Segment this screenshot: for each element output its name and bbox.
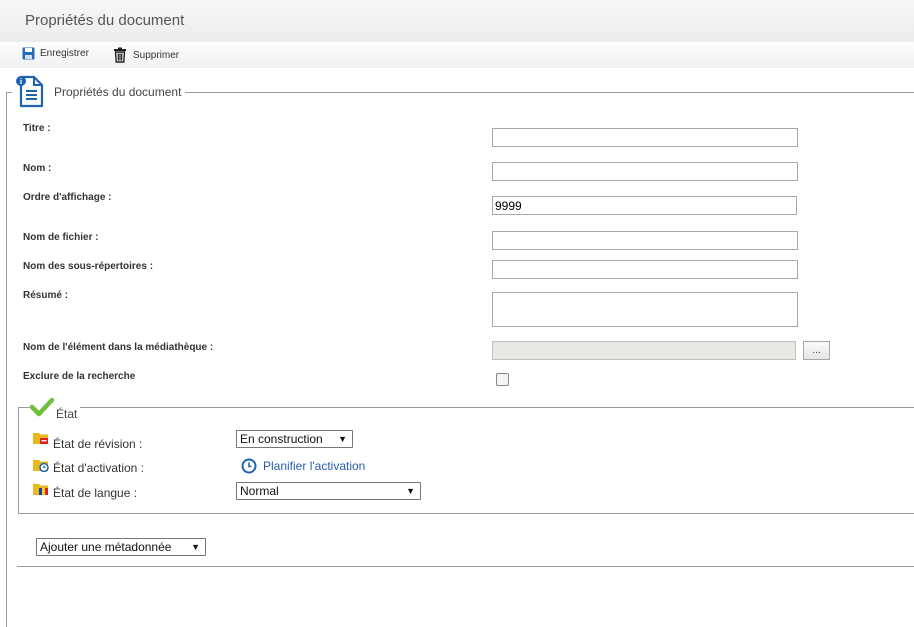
nom-label: Nom : [23,163,52,174]
folder-clock-icon [33,460,49,472]
dropdown-arrow-icon: ▼ [406,486,415,496]
titre-input[interactable] [492,128,798,147]
dropdown-arrow-icon: ▼ [338,434,347,444]
etat-revision-select[interactable]: En construction ▼ [236,430,353,448]
planifier-activation-link[interactable]: Planifier l'activation [241,458,365,474]
etat-langue-label: État de langue : [53,486,138,500]
titre-label: Titre : [23,123,51,134]
folder-flag-icon [33,484,48,495]
document-info-icon: i [16,75,44,108]
trash-icon [114,47,126,63]
delete-label: Supprimer [133,49,180,61]
window-titlebar: Propriétés du document [0,0,914,42]
save-button[interactable]: Enregistrer [22,47,89,60]
ordre-affichage-input[interactable] [492,196,797,215]
browse-button[interactable]: ... [803,341,830,360]
etat-langue-value: Normal [240,484,279,498]
save-icon [22,47,35,60]
etat-fieldset [18,407,914,514]
save-label: Enregistrer [40,48,89,59]
fieldset-legend-text: Propriétés du document [54,85,182,99]
ajouter-metadonnee-select[interactable]: Ajouter une métadonnée ▼ [36,538,206,556]
nom-input[interactable] [492,162,798,181]
nom-fichier-input[interactable] [492,231,798,250]
exclure-recherche-checkbox[interactable] [496,373,509,386]
etat-revision-value: En construction [240,432,323,446]
etat-legend: État [30,397,81,421]
resume-label: Résumé : [23,290,69,301]
toolbar: Enregistrer Supprimer [0,42,914,68]
mediatheque-label: Nom de l'élément dans la médiathèque : [23,342,214,353]
sous-repertoires-label: Nom des sous-répertoires : [23,261,154,272]
fieldset-legend: i Propriétés du document [12,73,186,109]
etat-activation-label: État d'activation : [53,461,145,475]
etat-legend-text: État [56,407,78,421]
planifier-activation-text: Planifier l'activation [263,459,366,473]
folder-revision-icon [33,433,48,444]
exclure-recherche-label: Exclure de la recherche [23,371,136,382]
mediatheque-input [492,341,796,360]
clock-icon [241,458,257,474]
nom-fichier-label: Nom de fichier : [23,232,99,243]
section-divider [17,566,914,567]
resume-textarea[interactable] [492,292,798,327]
ordre-affichage-label: Ordre d'affichage : [23,192,112,203]
delete-button[interactable]: Supprimer [112,47,179,63]
checkmark-icon [30,397,54,417]
dropdown-arrow-icon: ▼ [191,542,200,552]
etat-revision-label: État de révision : [53,437,143,451]
ajouter-metadonnee-value: Ajouter une métadonnée [40,540,172,554]
sous-repertoires-input[interactable] [492,260,798,279]
window-title: Propriétés du document [25,12,185,29]
etat-langue-select[interactable]: Normal ▼ [236,482,421,500]
